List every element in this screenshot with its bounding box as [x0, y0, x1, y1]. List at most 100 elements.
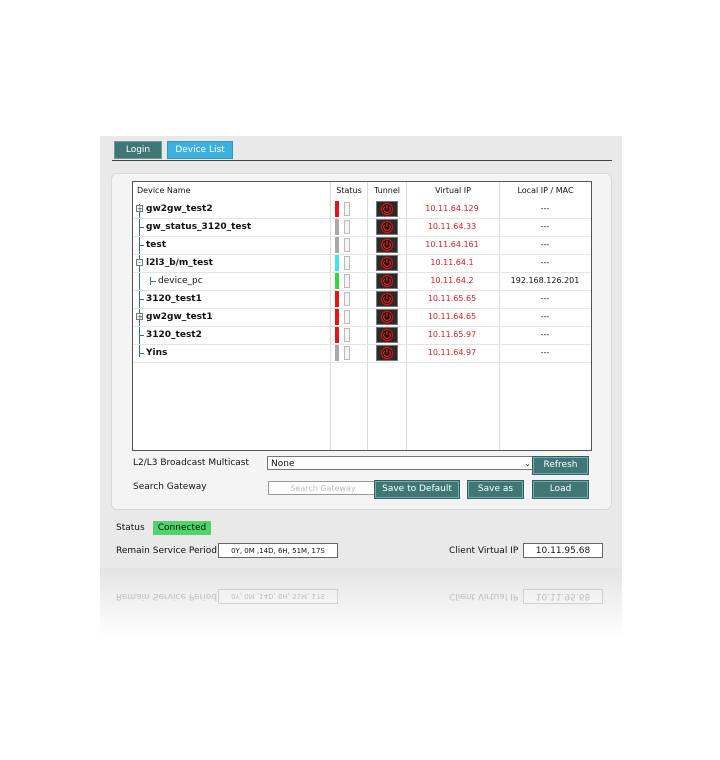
remain-period-label: Remain Service Period: [116, 546, 217, 556]
chevron-down-icon: ⌄: [524, 459, 531, 468]
device-name[interactable]: l2l3_b/m_test: [146, 254, 213, 272]
search-gateway-label: Search Gateway: [133, 482, 207, 492]
status-checkbox[interactable]: [344, 310, 350, 324]
device-name[interactable]: 3120_test2: [146, 326, 202, 344]
tunnel-power-button[interactable]: [376, 345, 398, 361]
header-device-name: Device Name: [137, 186, 191, 195]
status-indicator: [335, 291, 339, 307]
client-vip-value: 10.11.95.68: [523, 543, 603, 558]
local-ip-cell: ---: [540, 258, 550, 267]
status-checkbox[interactable]: [344, 238, 350, 252]
local-ip-cell: ---: [540, 204, 550, 213]
window-reflection: 0Y, 0M ,14D, 6H, 51M, 17S Remain Service…: [100, 568, 622, 638]
device-name[interactable]: gw_status_3120_test: [146, 218, 251, 236]
tunnel-power-button[interactable]: [376, 291, 398, 307]
expand-icon[interactable]: +: [136, 205, 143, 213]
power-icon: [380, 328, 394, 342]
reflection-client-vip-value: 10.11.95.68: [523, 589, 603, 604]
search-gateway-input[interactable]: Search Gateway: [268, 481, 378, 495]
device-name[interactable]: test: [146, 236, 166, 254]
save-to-default-button[interactable]: Save to Default: [375, 481, 459, 498]
tunnel-power-button[interactable]: [376, 201, 398, 217]
status-indicator: [335, 273, 339, 289]
device-name[interactable]: Yins: [146, 344, 167, 362]
tab-login[interactable]: Login: [114, 141, 162, 159]
tree-line: [139, 245, 144, 246]
load-button[interactable]: Load: [533, 481, 588, 498]
power-icon: [380, 310, 394, 324]
refresh-button[interactable]: Refresh: [533, 457, 588, 474]
tab-divider: [112, 160, 612, 161]
table-row[interactable]: Yins 10.11.64.97 ---: [133, 344, 591, 362]
tree-line: [139, 299, 144, 300]
status-checkbox[interactable]: [344, 256, 350, 270]
tunnel-power-button[interactable]: [376, 273, 398, 289]
local-ip-cell: ---: [540, 312, 550, 321]
status-checkbox[interactable]: [344, 328, 350, 342]
tunnel-power-button[interactable]: [376, 219, 398, 235]
device-name[interactable]: device_pc: [158, 272, 203, 290]
device-table: Device Name Status Tunnel Virtual IP Loc…: [132, 181, 592, 451]
multicast-select[interactable]: None ⌄: [267, 456, 535, 470]
device-name[interactable]: gw2gw_test1: [146, 308, 213, 326]
device-name[interactable]: gw2gw_test2: [146, 200, 213, 218]
power-icon: [380, 256, 394, 270]
status-checkbox[interactable]: [344, 274, 350, 288]
header-virtual-ip: Virtual IP: [435, 186, 471, 195]
power-icon: [380, 238, 394, 252]
power-icon: [380, 346, 394, 360]
table-row[interactable]: + gw2gw_test2 10.11.64.129 ---: [133, 200, 591, 218]
tab-device-list[interactable]: Device List: [167, 141, 233, 159]
multicast-label: L2/L3 Broadcast Multicast: [133, 458, 250, 468]
power-icon: [380, 220, 394, 234]
tunnel-power-button[interactable]: [376, 327, 398, 343]
status-checkbox[interactable]: [344, 220, 350, 234]
status-checkbox[interactable]: [344, 346, 350, 360]
virtual-ip-cell: 10.11.64.2: [430, 276, 474, 285]
table-row[interactable]: gw_status_3120_test 10.11.64.33 ---: [133, 218, 591, 236]
table-row[interactable]: 3120_test2 10.11.65.97 ---: [133, 326, 591, 344]
status-indicator: [335, 327, 339, 343]
table-row[interactable]: - l2l3_b/m_test 10.11.64.1 ---: [133, 254, 591, 272]
status-indicator: [335, 345, 339, 361]
table-row[interactable]: device_pc 10.11.64.2 192.168.126.201: [133, 272, 591, 290]
status-badge: Connected: [153, 521, 211, 535]
device-name[interactable]: 3120_test1: [146, 290, 202, 308]
table-row[interactable]: 3120_test1 10.11.65.65 ---: [133, 290, 591, 308]
virtual-ip-cell: 10.11.64.1: [430, 258, 474, 267]
row-divider: [133, 362, 591, 363]
remain-period-value: 0Y, 0M ,14D, 6H, 51M, 17S: [218, 543, 338, 558]
header-local-ip: Local IP / MAC: [517, 186, 574, 195]
status-indicator: [335, 237, 339, 253]
header-status: Status: [336, 186, 362, 195]
tunnel-power-button[interactable]: [376, 237, 398, 253]
tunnel-power-button[interactable]: [376, 309, 398, 325]
status-indicator: [335, 219, 339, 235]
virtual-ip-cell: 10.11.64.161: [425, 240, 479, 249]
client-vip-label: Client Virtual IP: [449, 546, 519, 556]
collapse-icon[interactable]: -: [136, 259, 143, 267]
reflection-remain-value: 0Y, 0M ,14D, 6H, 51M, 17S: [218, 589, 338, 604]
power-icon: [380, 202, 394, 216]
status-checkbox[interactable]: [344, 292, 350, 306]
local-ip-cell: ---: [540, 240, 550, 249]
local-ip-cell: ---: [540, 348, 550, 357]
status-indicator: [335, 309, 339, 325]
power-icon: [380, 274, 394, 288]
header-tunnel: Tunnel: [373, 186, 401, 195]
status-indicator: [335, 201, 339, 217]
multicast-value: None: [271, 459, 295, 469]
table-row[interactable]: test 10.11.64.161 ---: [133, 236, 591, 254]
expand-icon[interactable]: +: [136, 313, 143, 321]
status-label: Status: [116, 523, 145, 533]
virtual-ip-cell: 10.11.64.129: [425, 204, 479, 213]
save-as-button[interactable]: Save as: [468, 481, 523, 498]
virtual-ip-cell: 10.11.64.65: [427, 312, 477, 321]
status-checkbox[interactable]: [344, 202, 350, 216]
reflection-remain-label: Remain Service Period: [116, 591, 217, 601]
table-row[interactable]: + gw2gw_test1 10.11.64.65 ---: [133, 308, 591, 326]
virtual-ip-cell: 10.11.64.97: [427, 348, 477, 357]
tree-line: [150, 281, 156, 282]
tunnel-power-button[interactable]: [376, 255, 398, 271]
tree-line: [139, 335, 144, 336]
